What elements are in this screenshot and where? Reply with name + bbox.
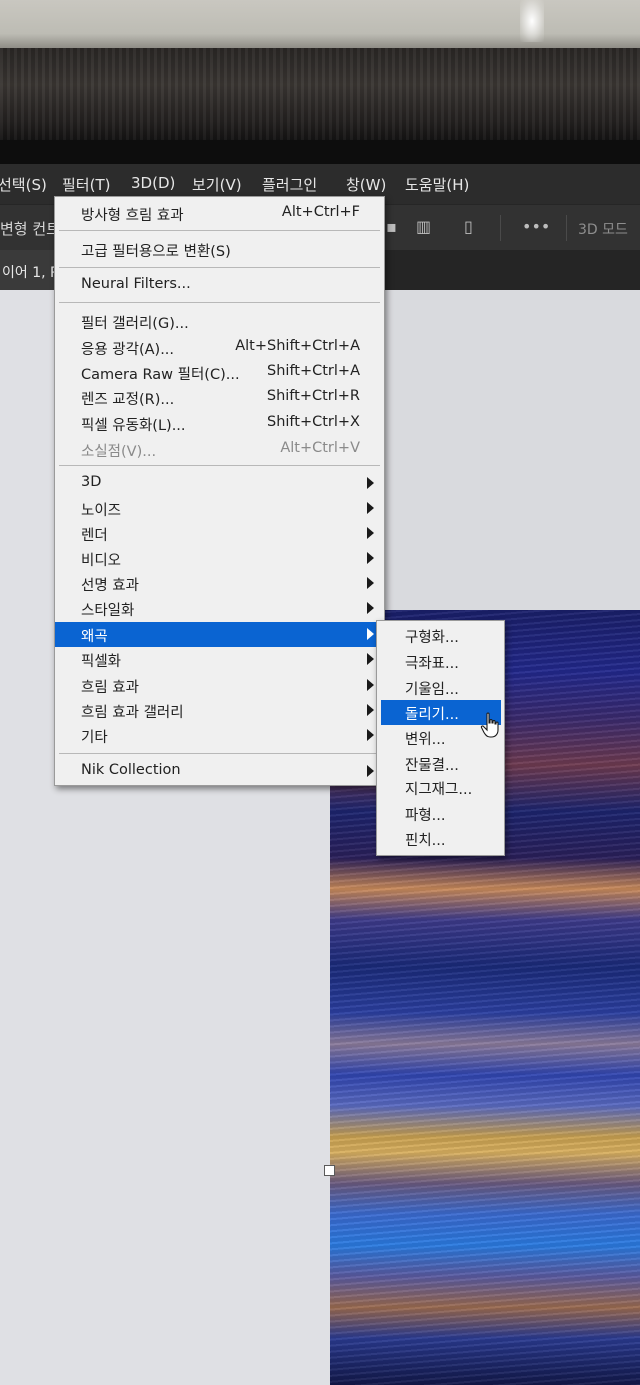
menu-item-other[interactable]: 기타 bbox=[55, 723, 384, 748]
submenu-item-zigzag[interactable]: 지그재그... bbox=[377, 775, 504, 800]
menu-filter[interactable]: 필터(T) bbox=[62, 174, 110, 195]
menu-item-sharpen[interactable]: 선명 효과 bbox=[55, 571, 384, 596]
menu-view[interactable]: 보기(V) bbox=[192, 174, 242, 195]
menu-item-convert-smart-filters[interactable]: 고급 필터용으로 변환(S) bbox=[55, 237, 384, 262]
submenu-arrow-icon bbox=[367, 477, 374, 489]
submenu-arrow-icon bbox=[367, 704, 374, 716]
hand-cursor-icon bbox=[480, 712, 499, 738]
distort-submenu: 구형화... 극좌표... 기울임... 돌리기... 변위... 잔물결...… bbox=[376, 620, 505, 856]
menu-item-render[interactable]: 렌더 bbox=[55, 521, 384, 546]
submenu-arrow-icon bbox=[367, 602, 374, 614]
menu-item-3d[interactable]: 3D bbox=[55, 471, 384, 496]
filter-menu: 방사형 흐림 효과 Alt+Ctrl+F 고급 필터용으로 변환(S) Neur… bbox=[54, 196, 385, 786]
menu-item-video[interactable]: 비디오 bbox=[55, 546, 384, 571]
menu-item-filter-gallery[interactable]: 필터 갤러리(G)... bbox=[55, 309, 384, 334]
screen-top-edge bbox=[0, 140, 640, 164]
3d-mode-label[interactable]: 3D 모드 bbox=[578, 219, 628, 239]
more-options-icon[interactable]: ••• bbox=[522, 217, 550, 236]
submenu-arrow-icon bbox=[367, 679, 374, 691]
submenu-arrow-icon bbox=[367, 502, 374, 514]
menu-item-blur[interactable]: 흐림 효과 bbox=[55, 673, 384, 698]
separator bbox=[500, 215, 501, 241]
submenu-arrow-icon bbox=[367, 527, 374, 539]
menu-item-vanishing-point[interactable]: 소실점(V)... Alt+Ctrl+V bbox=[55, 437, 384, 462]
menu-item-pixelate[interactable]: 픽셀화 bbox=[55, 647, 384, 672]
menu-item-lens-correction[interactable]: 렌즈 교정(R)... Shift+Ctrl+R bbox=[55, 385, 384, 410]
submenu-item-ripple[interactable]: 잔물결... bbox=[377, 751, 504, 776]
menu-plugins[interactable]: 플러그인 bbox=[262, 174, 317, 195]
align-icon[interactable]: ▪ bbox=[386, 217, 397, 236]
transform-controls-label[interactable]: 변형 컨트 bbox=[0, 218, 60, 239]
submenu-item-shear[interactable]: 기울임... bbox=[377, 675, 504, 700]
distribute-bottom-icon[interactable]: ▥ bbox=[416, 217, 431, 236]
menu-select[interactable]: 선택(S) bbox=[0, 174, 47, 195]
menu-item-radial-blur[interactable]: 방사형 흐림 효과 Alt+Ctrl+F bbox=[55, 201, 384, 226]
submenu-arrow-icon bbox=[367, 653, 374, 665]
menu-item-blur-gallery[interactable]: 흐림 효과 갤러리 bbox=[55, 698, 384, 723]
menu-item-stylize[interactable]: 스타일화 bbox=[55, 596, 384, 621]
submenu-arrow-icon bbox=[367, 729, 374, 741]
separator bbox=[566, 215, 567, 241]
submenu-item-wave[interactable]: 파형... bbox=[377, 801, 504, 826]
menu-help[interactable]: 도움말(H) bbox=[405, 174, 469, 195]
submenu-item-spherize[interactable]: 구형화... bbox=[377, 623, 504, 648]
menu-divider bbox=[59, 753, 380, 754]
menu-item-adaptive-wide-angle[interactable]: 응용 광각(A)... Alt+Shift+Ctrl+A bbox=[55, 335, 384, 360]
transform-handle[interactable] bbox=[324, 1165, 335, 1176]
menu-window[interactable]: 창(W) bbox=[346, 174, 386, 195]
menu-divider bbox=[59, 267, 380, 268]
submenu-arrow-icon bbox=[367, 552, 374, 564]
menu-item-distort[interactable]: 왜곡 bbox=[55, 622, 384, 647]
submenu-arrow-icon bbox=[367, 577, 374, 589]
menu-item-liquify[interactable]: 픽셀 유동화(L)... Shift+Ctrl+X bbox=[55, 411, 384, 436]
submenu-item-pinch[interactable]: 핀치... bbox=[377, 826, 504, 851]
submenu-arrow-icon bbox=[367, 628, 374, 640]
distribute-horizontal-icon[interactable]: ▯ bbox=[464, 217, 473, 236]
menu-divider bbox=[59, 230, 380, 231]
menu-item-noise[interactable]: 노이즈 bbox=[55, 496, 384, 521]
submenu-item-polar-coordinates[interactable]: 극좌표... bbox=[377, 649, 504, 674]
menu-item-nik-collection[interactable]: Nik Collection bbox=[55, 759, 384, 784]
monitor-frame bbox=[0, 48, 640, 140]
menu-item-camera-raw[interactable]: Camera Raw 필터(C)... Shift+Ctrl+A bbox=[55, 360, 384, 385]
menu-item-neural-filters[interactable]: Neural Filters... bbox=[55, 273, 384, 298]
menu-3d[interactable]: 3D(D) bbox=[131, 174, 175, 192]
menu-divider bbox=[59, 302, 380, 303]
document-tab[interactable]: 이어 1, R bbox=[0, 250, 60, 290]
monitor-bezel bbox=[0, 0, 640, 48]
menu-divider bbox=[59, 465, 380, 466]
submenu-arrow-icon bbox=[367, 765, 374, 777]
